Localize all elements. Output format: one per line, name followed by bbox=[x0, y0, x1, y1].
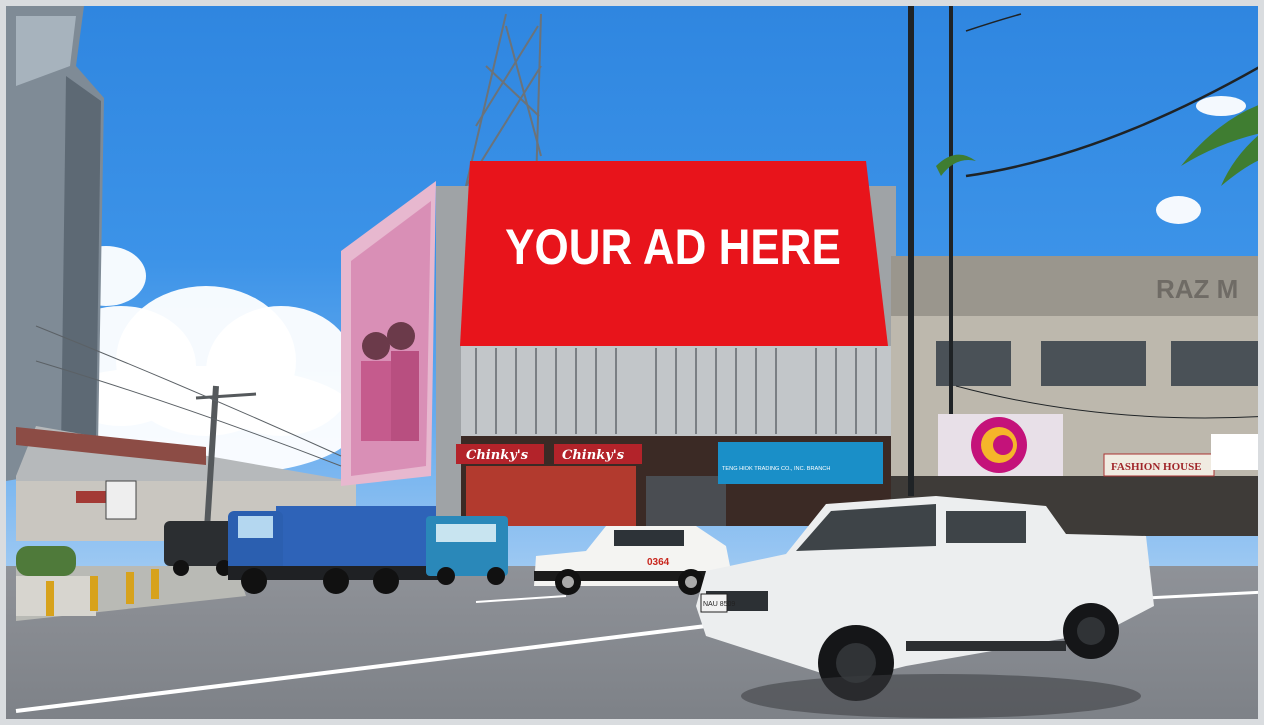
building-letters: RAZ M bbox=[1156, 274, 1238, 304]
billboard-text: YOUR AD HERE bbox=[505, 218, 841, 274]
license-plate: NAU 8509 bbox=[703, 601, 735, 608]
jeepney bbox=[426, 516, 508, 585]
photo-frame: Chinky's Chinky's TENG HIOK TRADING CO.,… bbox=[0, 0, 1264, 725]
fashion-house-text: FASHION HOUSE bbox=[1111, 461, 1202, 473]
c-logo-sign bbox=[938, 414, 1063, 476]
chinkys-sign-1: Chinky's bbox=[466, 448, 529, 463]
fashion-house-sign: FASHION HOUSE bbox=[1103, 453, 1215, 477]
ad-billboard: YOUR AD HERE bbox=[460, 161, 888, 346]
vertical-billboard bbox=[341, 181, 436, 486]
steel-tower bbox=[465, 13, 542, 187]
left-tower bbox=[6, 6, 104, 481]
taxi-number: 0364 bbox=[647, 557, 670, 568]
street-scene: Chinky's Chinky's TENG HIOK TRADING CO.,… bbox=[6, 6, 1258, 718]
shop-sign-right bbox=[1211, 434, 1258, 470]
teng-hiok-sign: TENG HIOK TRADING CO., INC. BRANCH bbox=[718, 442, 883, 484]
blue-truck bbox=[228, 506, 438, 594]
teng-hiok-text: TENG HIOK TRADING CO., INC. BRANCH bbox=[722, 466, 830, 472]
chinkys-sign-2: Chinky's bbox=[562, 448, 625, 463]
